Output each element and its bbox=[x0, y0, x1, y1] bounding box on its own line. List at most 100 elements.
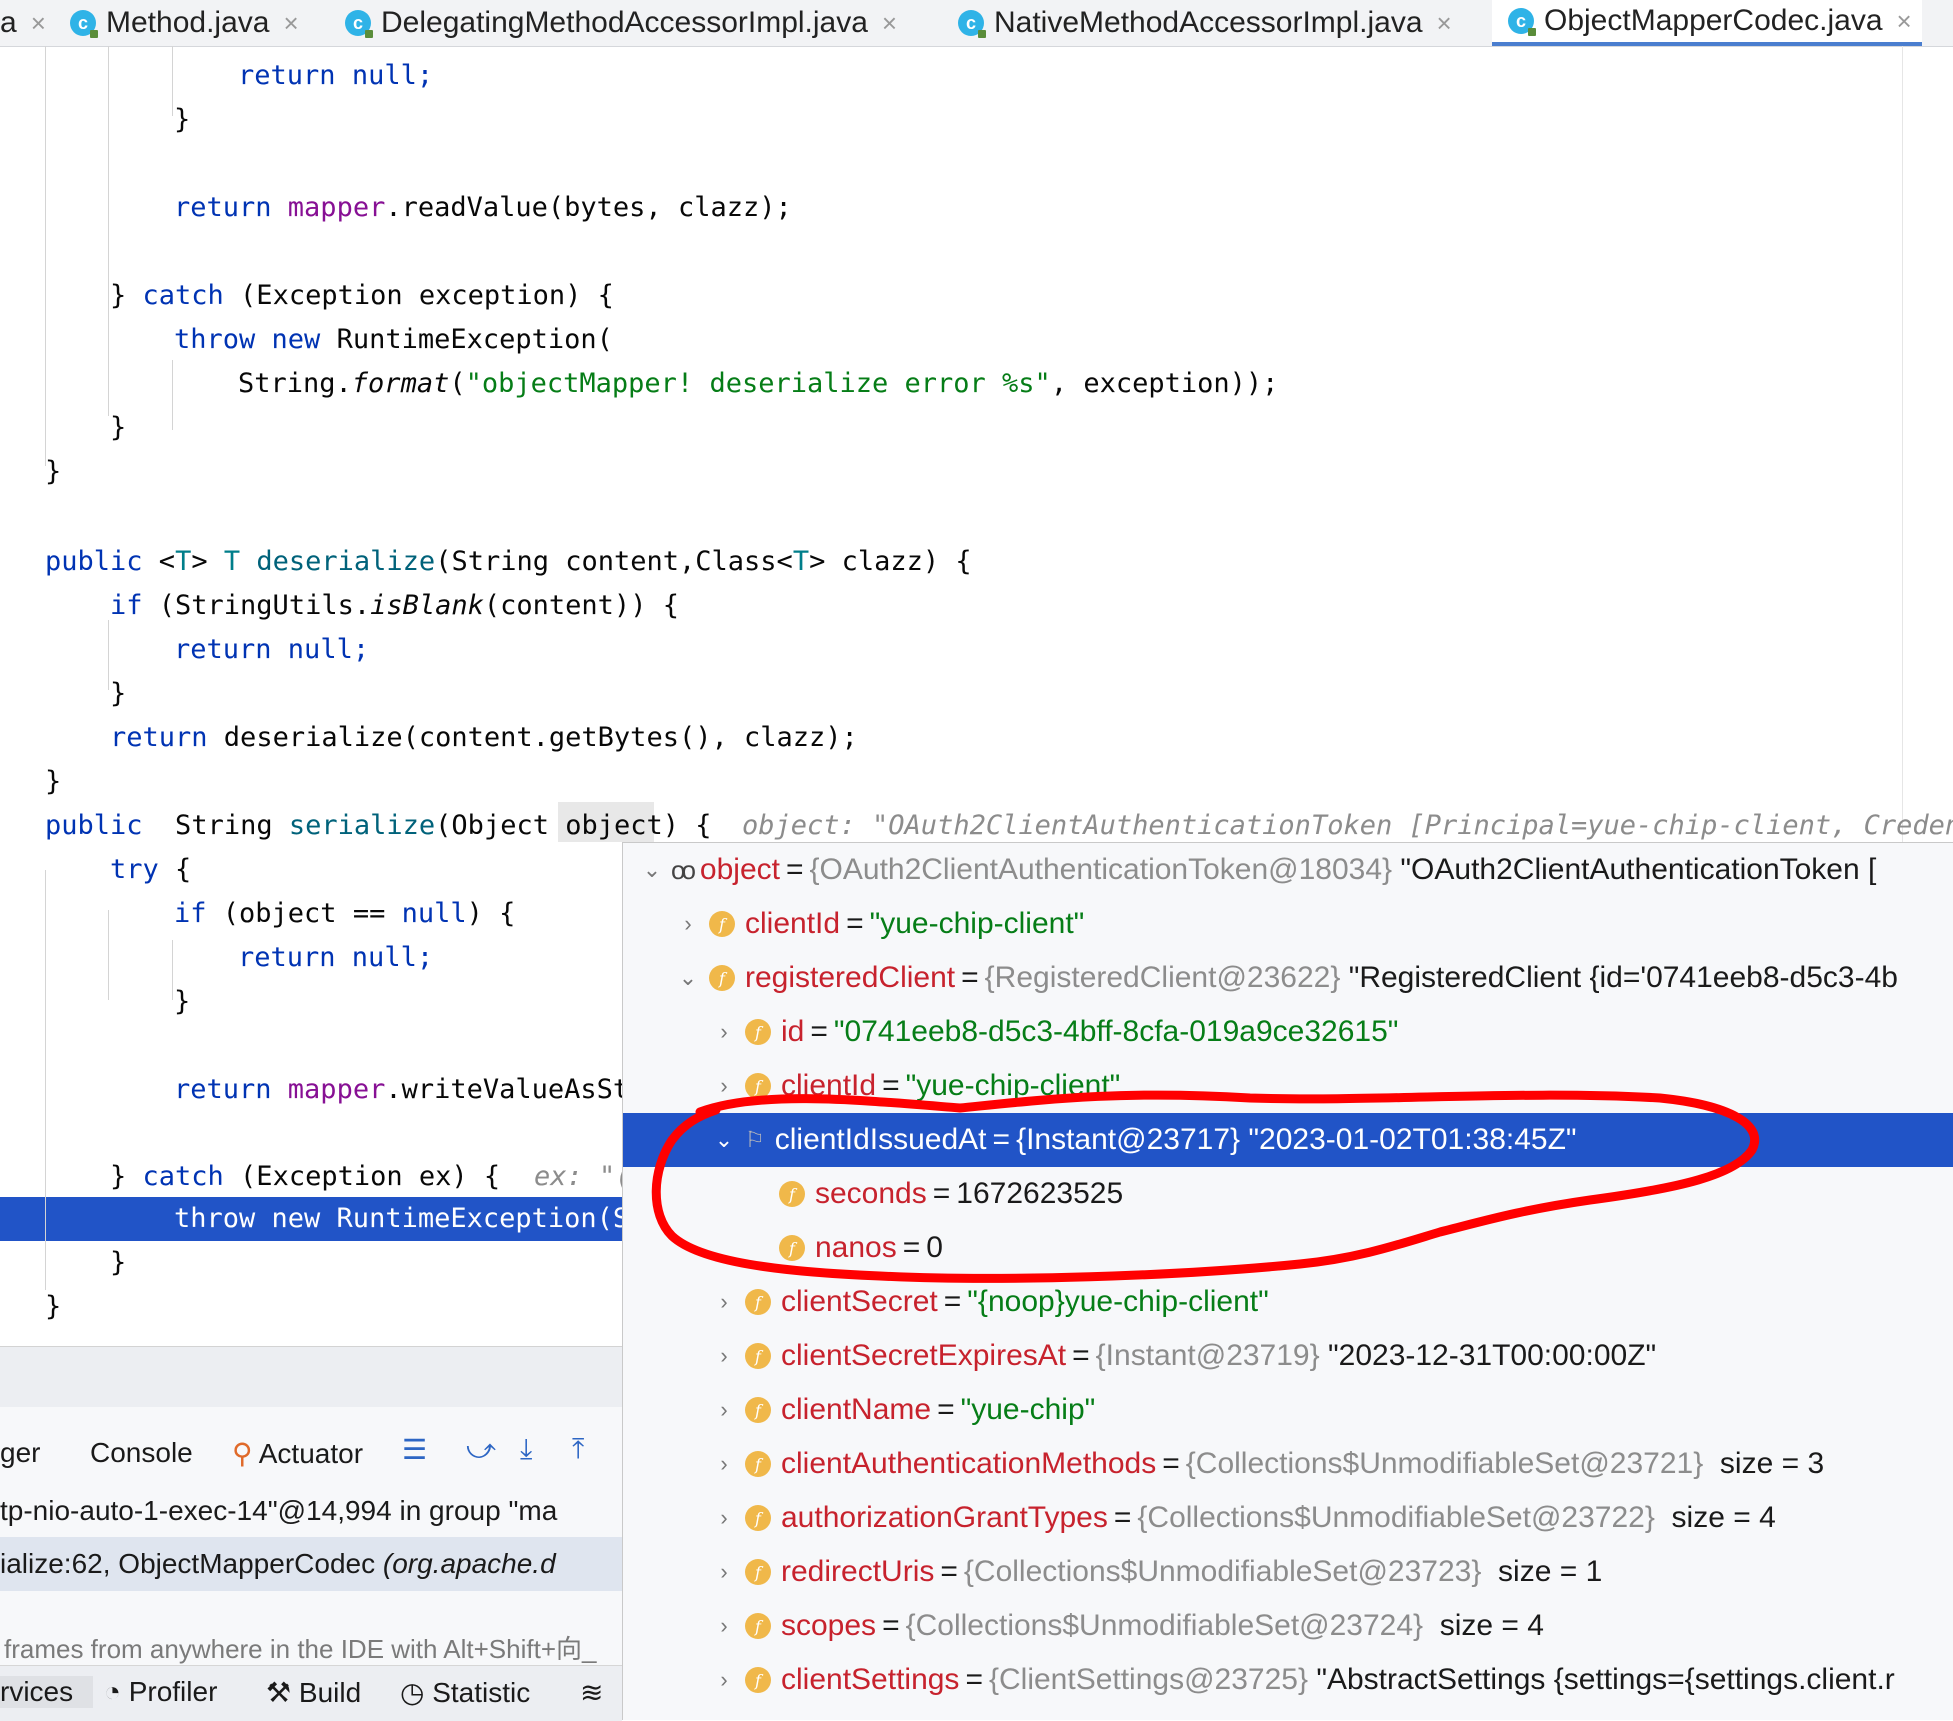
chevron-right-icon[interactable]: › bbox=[709, 1343, 739, 1369]
chevron-right-icon[interactable]: › bbox=[709, 1613, 739, 1639]
variables-popup[interactable]: ⌄ oo object = {OAuth2ClientAuthentication… bbox=[622, 842, 1953, 1720]
tree-node-authorizationgranttypes[interactable]: › f authorizationGrantTypes = {Collection… bbox=[623, 1491, 1953, 1545]
field-icon: f bbox=[709, 911, 735, 937]
tree-node-redirecturis[interactable]: › f redirectUris = {Collections$Unmodifia… bbox=[623, 1545, 1953, 1599]
tree-node-clientidissuedat[interactable]: ⌄ ⚐ clientIdIssuedAt = {Instant@23717} "2… bbox=[623, 1113, 1953, 1167]
tree-node-clientsecret[interactable]: › f clientSecret = "{noop}yue-chip-client… bbox=[623, 1275, 1953, 1329]
tab-debugger[interactable]: ger bbox=[0, 1437, 40, 1469]
chevron-down-icon[interactable]: ⌄ bbox=[637, 857, 667, 883]
chevron-down-icon[interactable]: ⌄ bbox=[709, 1127, 739, 1153]
tree-node-seconds[interactable]: f seconds = 1672623525 bbox=[623, 1167, 1953, 1221]
debug-header bbox=[0, 1347, 622, 1407]
code-line: return mapper.writeValueAsSt bbox=[174, 1074, 630, 1105]
chevron-right-icon[interactable]: › bbox=[709, 1559, 739, 1585]
class-icon: c bbox=[1508, 8, 1536, 36]
tree-node-clientsettings[interactable]: › f clientSettings = {ClientSettings@2372… bbox=[623, 1653, 1953, 1707]
inline-debug-hint: ex: "( bbox=[534, 1161, 632, 1192]
step-into-icon[interactable]: ⤓ bbox=[520, 1433, 532, 1466]
class-icon: c bbox=[958, 10, 986, 38]
chevron-right-icon[interactable]: › bbox=[709, 1289, 739, 1315]
menu-icon[interactable]: ☰ bbox=[402, 1433, 427, 1466]
code-line: if (object == null) { bbox=[174, 898, 516, 929]
code-line: public <T> T deserialize(String content,… bbox=[45, 546, 972, 577]
code-line: } bbox=[174, 104, 191, 135]
tab-actuator[interactable]: ⚲ Actuator bbox=[232, 1437, 363, 1470]
code-line: } catch (Exception exception) { bbox=[110, 280, 614, 311]
tree-node-clientsecretexpiresat[interactable]: › f clientSecretExpiresAt = {Instant@2371… bbox=[623, 1329, 1953, 1383]
tree-node-clientid[interactable]: › f clientId = "yue-chip-client" bbox=[623, 897, 1953, 951]
close-icon[interactable]: × bbox=[882, 8, 897, 39]
tree-node-id[interactable]: › f id = "0741eeb8-d5c3-4bff-8cfa-019a9ce… bbox=[623, 1005, 1953, 1059]
tree-node-registeredclient[interactable]: ⌄ f registeredClient = {RegisteredClient@… bbox=[623, 951, 1953, 1005]
hammer-icon: ⚒ bbox=[266, 1677, 299, 1708]
statistic-icon: ◷ bbox=[400, 1677, 433, 1708]
step-out-icon[interactable]: ⤒ bbox=[572, 1433, 584, 1466]
chevron-right-icon[interactable]: › bbox=[709, 1505, 739, 1531]
field-icon: f bbox=[745, 1019, 771, 1045]
class-icon: c bbox=[70, 10, 98, 38]
code-line: } bbox=[110, 1247, 127, 1278]
close-icon[interactable]: × bbox=[1897, 6, 1912, 37]
class-icon: c bbox=[345, 10, 373, 38]
tab-object-mapper-codec[interactable]: c ObjectMapperCodec.java × bbox=[1492, 0, 1922, 46]
tab-method-java[interactable]: c Method.java × bbox=[70, 0, 299, 46]
code-line: } bbox=[45, 766, 62, 797]
layers-icon[interactable]: ≋ bbox=[580, 1676, 603, 1709]
tab-console[interactable]: Console bbox=[90, 1437, 193, 1469]
current-execution-line: throw new RuntimeException(S bbox=[174, 1203, 630, 1234]
tree-node-clientauthenticationmethods[interactable]: › f clientAuthenticationMethods = {Collec… bbox=[623, 1437, 1953, 1491]
code-line: } bbox=[174, 986, 191, 1017]
code-line: return null; bbox=[174, 634, 370, 665]
code-line: return deserialize(content.getBytes(), c… bbox=[110, 722, 858, 753]
field-icon: f bbox=[745, 1613, 771, 1639]
field-icon: f bbox=[709, 965, 735, 991]
tree-node-clientname[interactable]: › f clientName = "yue-chip" bbox=[623, 1383, 1953, 1437]
debug-tool-window: ger Console ⚲ Actuator ☰ ⤻ ⤓ ⤒ tp-nio-au… bbox=[0, 1346, 622, 1721]
field-icon: f bbox=[745, 1559, 771, 1585]
tab-delegating-method-accessor[interactable]: c DelegatingMethodAccessorImpl.java × bbox=[345, 0, 897, 46]
close-icon[interactable]: × bbox=[1437, 8, 1452, 39]
tool-window-bar: rvices ◔ Profiler ⚒ Build ◷ Statistic ≋ bbox=[0, 1665, 622, 1721]
chevron-down-icon[interactable]: ⌄ bbox=[673, 965, 703, 991]
tab-native-method-accessor[interactable]: c NativeMethodAccessorImpl.java × bbox=[958, 0, 1452, 46]
code-line: } bbox=[110, 412, 127, 443]
chevron-right-icon[interactable]: › bbox=[673, 911, 703, 937]
tool-profiler[interactable]: ◔ Profiler bbox=[104, 1676, 217, 1708]
chevron-right-icon[interactable]: › bbox=[709, 1451, 739, 1477]
field-icon: f bbox=[745, 1397, 771, 1423]
field-icon: f bbox=[745, 1505, 771, 1531]
chevron-right-icon[interactable]: › bbox=[709, 1397, 739, 1423]
chevron-right-icon[interactable]: › bbox=[709, 1073, 739, 1099]
code-line: throw new RuntimeException( bbox=[174, 324, 613, 355]
tool-statistic[interactable]: ◷ Statistic bbox=[400, 1676, 530, 1709]
code-line: return null; bbox=[238, 60, 434, 91]
tree-node-object[interactable]: ⌄ oo object = {OAuth2ClientAuthentication… bbox=[623, 843, 1953, 897]
editor-tab-bar: a × c Method.java × c DelegatingMethodAcc… bbox=[0, 0, 1953, 47]
frame-selected[interactable]: ialize:62, ObjectMapperCodec (org.apache… bbox=[0, 1537, 622, 1591]
tab-partial[interactable]: a × bbox=[0, 0, 46, 46]
close-icon[interactable]: × bbox=[31, 8, 46, 39]
close-icon[interactable]: × bbox=[283, 8, 298, 39]
thread-selector[interactable]: tp-nio-auto-1-exec-14"@14,994 in group "… bbox=[0, 1495, 557, 1527]
field-icon: f bbox=[779, 1181, 805, 1207]
tree-node-scopes[interactable]: › f scopes = {Collections$UnmodifiableSet… bbox=[623, 1599, 1953, 1653]
field-icon: f bbox=[745, 1073, 771, 1099]
code-line: return mapper.readValue(bytes, clazz); bbox=[174, 192, 792, 223]
code-line: try { bbox=[110, 854, 192, 885]
field-icon: f bbox=[745, 1343, 771, 1369]
code-line: String.format("objectMapper! deserialize… bbox=[238, 368, 1279, 399]
chevron-right-icon[interactable]: › bbox=[709, 1019, 739, 1045]
tool-build[interactable]: ⚒ Build bbox=[266, 1676, 361, 1709]
code-line: return null; bbox=[238, 942, 434, 973]
frames-hint: frames from anywhere in the IDE with Alt… bbox=[4, 1634, 597, 1664]
field-icon: f bbox=[745, 1667, 771, 1693]
tree-node-clientid-nested[interactable]: › f clientId = "yue-chip-client" bbox=[623, 1059, 1953, 1113]
code-line: } bbox=[110, 678, 127, 709]
tree-node-nanos[interactable]: f nanos = 0 bbox=[623, 1221, 1953, 1275]
tool-services[interactable]: rvices bbox=[0, 1676, 94, 1708]
code-line: } catch (Exception ex) { bbox=[110, 1161, 501, 1192]
code-line: } bbox=[45, 456, 62, 487]
code-line: if (StringUtils.isBlank(content)) { bbox=[110, 590, 679, 621]
step-over-icon[interactable]: ⤻ bbox=[466, 1433, 496, 1466]
chevron-right-icon[interactable]: › bbox=[709, 1667, 739, 1693]
